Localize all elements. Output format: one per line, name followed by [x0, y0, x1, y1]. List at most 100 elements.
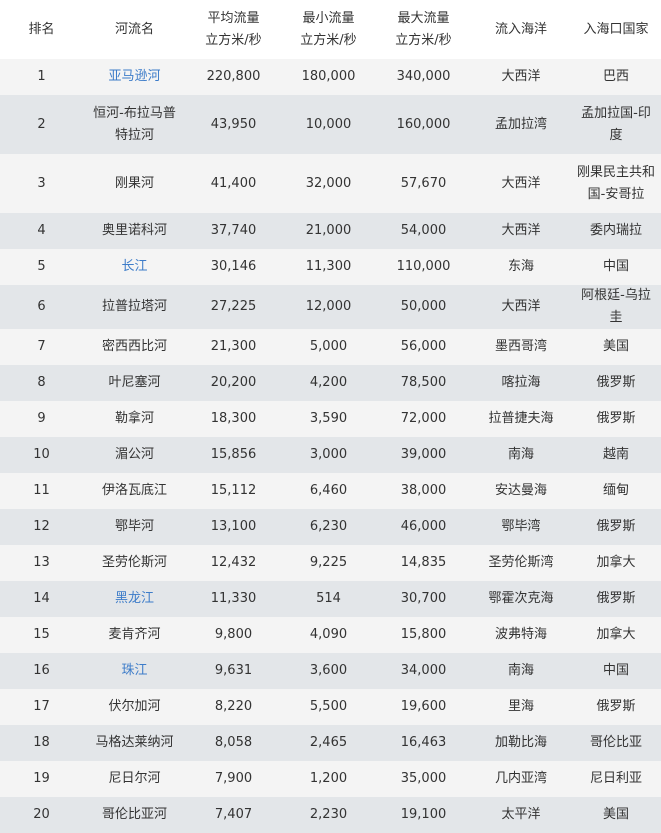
rank-text: 20	[33, 807, 50, 822]
name-text: 拉普拉塔河	[101, 299, 167, 314]
cell-rank: 16	[0, 653, 83, 689]
avg-text: 18,300	[210, 411, 257, 426]
avg-text: 15,856	[210, 447, 257, 462]
avg-text: 30,146	[210, 259, 257, 274]
max-text: 19,100	[400, 807, 447, 822]
cell-avg: 9,631	[186, 653, 281, 689]
country-text: 俄罗斯	[596, 699, 636, 714]
rank-text: 15	[33, 627, 50, 642]
river-link[interactable]: 黑龙江	[115, 591, 154, 606]
ocean-text: 鄂霍次克海	[488, 591, 554, 606]
cell-country: 俄罗斯	[571, 689, 661, 725]
cell-avg: 220,800	[186, 59, 281, 95]
ocean-text: 大西洋	[501, 175, 541, 191]
cell-rank: 4	[0, 213, 83, 249]
cell-rank: 10	[0, 437, 83, 473]
min-text: 3,590	[309, 411, 348, 426]
ocean-text: 南海	[507, 447, 534, 462]
table-row: 20 哥伦比亚河 7,407 2,230 19,100 太平洋 美国	[0, 797, 661, 833]
rank-text: 10	[33, 447, 50, 462]
river-name-header-line1: 河流名	[114, 21, 154, 37]
cell-rank: 20	[0, 797, 83, 833]
min-text: 10,000	[305, 116, 352, 132]
min-text: 2,465	[309, 735, 348, 750]
country-text: 缅甸	[602, 483, 629, 498]
cell-min: 5,500	[281, 689, 376, 725]
table-row: 19 尼日尔河 7,900 1,200 35,000 几内亚湾 尼日利亚	[0, 761, 661, 797]
avg-text: 13,100	[210, 519, 257, 534]
rank-text: 12	[33, 519, 50, 534]
rank-text: 14	[33, 591, 50, 606]
avg-text: 27,225	[210, 299, 257, 314]
name-text: 叶尼塞河	[108, 375, 161, 390]
cell-avg: 11,330	[186, 581, 281, 617]
ocean-text: 喀拉海	[501, 375, 541, 390]
avg-text: 37,740	[210, 223, 257, 238]
cell-rank: 11	[0, 473, 83, 509]
ocean-text: 东海	[507, 259, 534, 274]
rank-text: 1	[37, 69, 46, 84]
max-text: 19,600	[400, 699, 447, 714]
cell-ocean: 东海	[471, 249, 571, 285]
rank-text: 17	[33, 699, 50, 714]
avg-text: 43,950	[210, 116, 257, 132]
cell-min: 11,300	[281, 249, 376, 285]
avg-text: 12,432	[210, 555, 257, 570]
country-text: 美国	[602, 807, 629, 822]
country-header: 入海口国家	[571, 0, 661, 59]
cell-country: 中国	[571, 249, 661, 285]
name-text: 刚果河	[114, 175, 154, 191]
cell-avg: 27,225	[186, 285, 281, 329]
name-text: 伏尔加河	[108, 699, 161, 714]
ocean-text: 加勒比海	[494, 735, 547, 750]
river-link[interactable]: 长江	[121, 259, 147, 274]
cell-avg: 21,300	[186, 329, 281, 365]
cell-rank: 8	[0, 365, 83, 401]
cell-ocean: 拉普捷夫海	[471, 401, 571, 437]
cell-name: 亚马逊河	[83, 59, 186, 95]
ocean-text: 大西洋	[501, 299, 541, 314]
river-link[interactable]: 珠江	[121, 663, 147, 678]
cell-ocean: 大西洋	[471, 285, 571, 329]
cell-rank: 18	[0, 725, 83, 761]
name-text: 哥伦比亚河	[101, 807, 167, 822]
cell-name: 马格达莱纳河	[83, 725, 186, 761]
min-text: 4,200	[309, 375, 348, 390]
cell-avg: 37,740	[186, 213, 281, 249]
cell-rank: 12	[0, 509, 83, 545]
ocean-text: 南海	[507, 663, 534, 678]
name-text: 麦肯齐河	[108, 627, 161, 642]
cell-avg: 20,200	[186, 365, 281, 401]
country-text: 美国	[602, 339, 629, 354]
max-text: 56,000	[400, 339, 447, 354]
cell-avg: 43,950	[186, 95, 281, 154]
ocean-text: 孟加拉湾	[494, 116, 547, 132]
cell-min: 6,230	[281, 509, 376, 545]
country-text: 俄罗斯	[596, 519, 636, 534]
ocean-text: 大西洋	[501, 223, 541, 238]
max-text: 340,000	[396, 69, 451, 84]
ocean-header-line1: 流入海洋	[494, 21, 547, 37]
ocean-text: 鄂毕湾	[501, 519, 541, 534]
rank-text: 2	[37, 116, 46, 132]
cell-country: 俄罗斯	[571, 365, 661, 401]
avg-text: 11,330	[210, 591, 257, 606]
rank-text: 13	[33, 555, 50, 570]
table-row: 2 恒河-布拉马普特拉河 43,950 10,000 160,000 孟加拉湾 孟加拉国-印…	[0, 95, 661, 154]
cell-rank: 2	[0, 95, 83, 154]
avg-text: 7,900	[214, 771, 253, 786]
cell-max: 30,700	[376, 581, 471, 617]
name-text: 圣劳伦斯河	[101, 555, 167, 570]
cell-country: 缅甸	[571, 473, 661, 509]
ocean-header: 流入海洋	[471, 0, 571, 59]
avg-text: 9,631	[214, 663, 253, 678]
cell-ocean: 加勒比海	[471, 725, 571, 761]
cell-country: 委内瑞拉	[571, 213, 661, 249]
cell-name: 哥伦比亚河	[83, 797, 186, 833]
country-text: 加拿大	[596, 555, 636, 570]
cell-max: 39,000	[376, 437, 471, 473]
min-text: 4,090	[309, 627, 348, 642]
table-row: 6 拉普拉塔河 27,225 12,000 50,000 大西洋 阿根廷-乌拉圭	[0, 285, 661, 329]
ocean-text: 几内亚湾	[494, 771, 547, 786]
river-link[interactable]: 亚马逊河	[108, 69, 160, 84]
